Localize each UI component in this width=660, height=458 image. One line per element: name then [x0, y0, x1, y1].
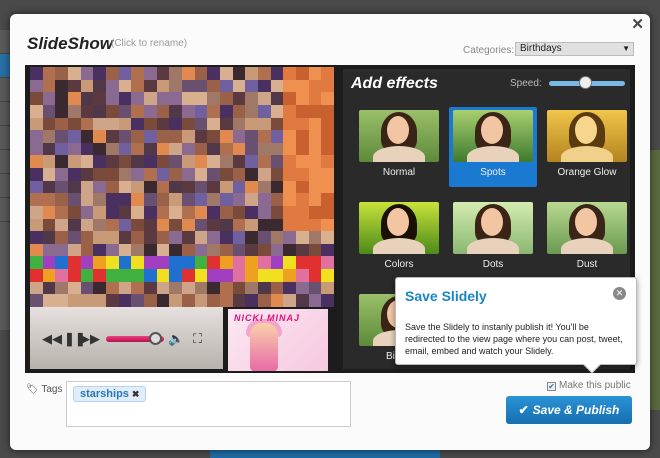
- effect-label: Normal: [382, 167, 416, 178]
- effect-dots[interactable]: Dots: [449, 199, 537, 279]
- categories-selected-value: Birthdays: [520, 43, 562, 54]
- make-public-option[interactable]: ✔ Make this public: [547, 380, 631, 391]
- background-bottom-bar: [210, 450, 440, 458]
- forward-icon[interactable]: ▶▶: [80, 331, 100, 347]
- music-thumbnail[interactable]: NICKI MINAJ: [228, 309, 328, 371]
- effect-label: Dust: [576, 259, 598, 270]
- save-publish-button[interactable]: ✔ Save & Publish: [506, 396, 632, 424]
- effect-spots[interactable]: Spots: [449, 107, 537, 187]
- effect-colors[interactable]: Colors: [355, 199, 443, 279]
- tag-chip-label: starships: [80, 388, 129, 400]
- tags-input[interactable]: starships ✖: [66, 381, 351, 427]
- chevron-down-icon: ▼: [622, 44, 630, 53]
- effect-normal[interactable]: Normal: [355, 107, 443, 187]
- effect-label: Dots: [482, 259, 504, 270]
- rewind-icon[interactable]: ◀◀: [42, 331, 62, 347]
- categories-select[interactable]: Birthdays ▼: [515, 42, 634, 56]
- rename-hint[interactable]: (Click to rename): [111, 38, 187, 49]
- slideshow-title[interactable]: SlideShow: [27, 34, 113, 54]
- volume-icon[interactable]: 🔈: [168, 331, 184, 347]
- tag-chip: starships ✖: [73, 386, 147, 402]
- save-slidely-popup: Save Slidely ✕ Save the Slidely to insta…: [395, 277, 637, 374]
- make-public-label: Make this public: [559, 380, 631, 391]
- check-icon: ✔: [518, 403, 529, 417]
- slideshow-preview[interactable]: [30, 67, 334, 307]
- remove-tag-icon[interactable]: ✖: [132, 389, 140, 399]
- effect-dust[interactable]: Dust: [543, 199, 631, 279]
- speed-slider-knob[interactable]: [579, 76, 592, 89]
- effect-label: Colors: [384, 259, 414, 270]
- slideshow-modal: ✕ SlideShow (Click to rename) Categories…: [10, 14, 650, 450]
- categories-label: Categories:: [463, 45, 515, 56]
- pixelated-photo: [30, 67, 334, 307]
- popup-close-icon[interactable]: ✕: [613, 287, 626, 300]
- popup-title: Save Slidely: [405, 288, 487, 304]
- fullscreen-icon[interactable]: ⛶: [193, 331, 202, 347]
- effect-label: Orange Glow: [557, 167, 617, 178]
- progress-knob[interactable]: [149, 332, 162, 345]
- music-artist: NICKI MINAJ: [234, 313, 301, 323]
- make-public-checkbox[interactable]: ✔: [547, 382, 556, 391]
- effect-label: Spots: [480, 167, 506, 178]
- effects-title: Add effects: [351, 75, 438, 92]
- popup-body: Save the Slidely to instanly publish it!…: [405, 322, 623, 356]
- effect-orange-glow[interactable]: Orange Glow: [543, 107, 631, 187]
- close-icon[interactable]: ✕: [631, 15, 644, 33]
- player-controls: ◀◀ ❚❚ ▶▶ 🔈 ⛶: [30, 307, 223, 369]
- tag-icon: 🏷: [26, 384, 39, 395]
- tags-label: 🏷 Tags: [26, 384, 63, 395]
- speed-label: Speed:: [510, 78, 542, 89]
